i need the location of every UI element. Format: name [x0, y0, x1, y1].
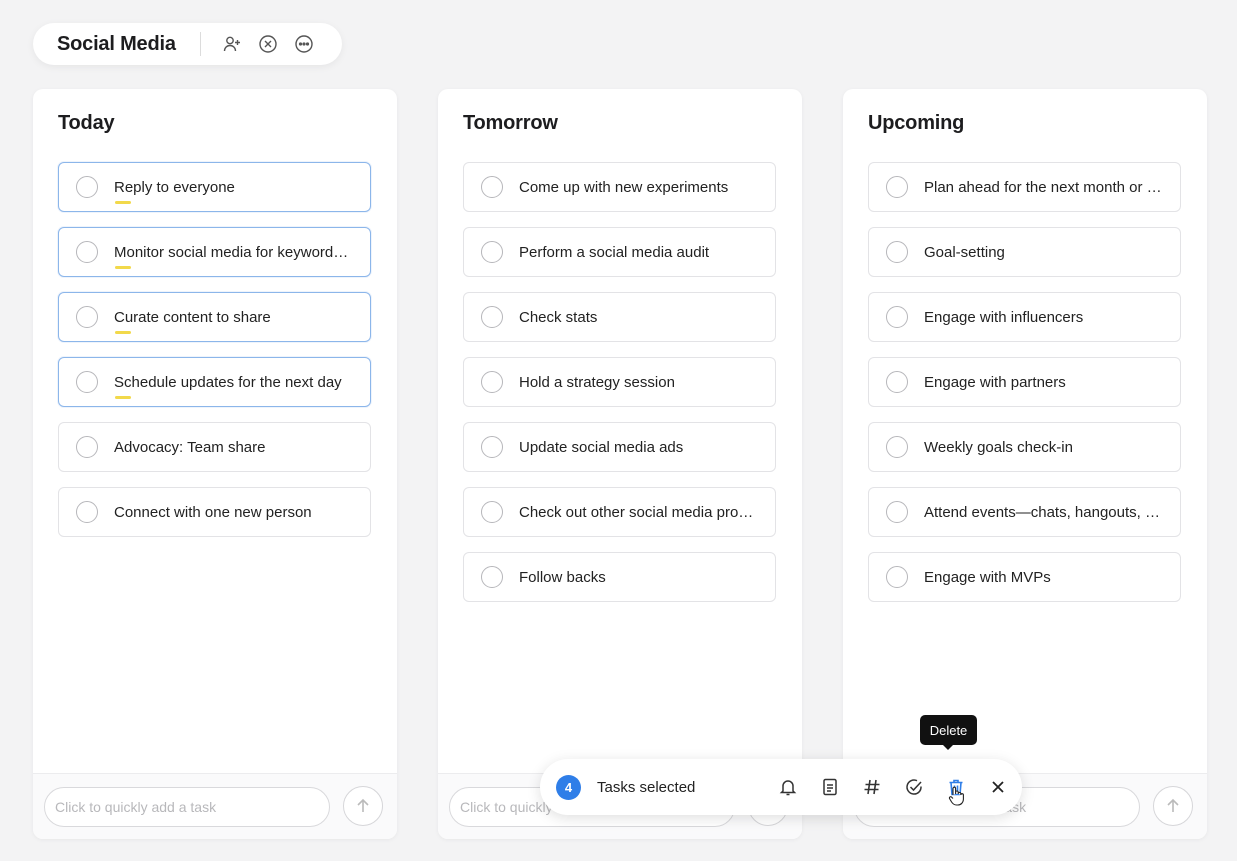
task-label: Engage with influencers [924, 308, 1084, 326]
column-title: Upcoming [868, 112, 965, 134]
column-upcoming: Upcoming Plan ahead for the next month o… [843, 89, 1207, 839]
task-label: Curate content to share [114, 308, 271, 326]
task-label: Engage with partners [924, 373, 1066, 391]
task-label: Plan ahead for the next month or … [924, 178, 1162, 196]
task-label: Check out other social media pro… [519, 503, 754, 521]
priority-mark [115, 201, 131, 204]
selected-label: Tasks selected [597, 778, 696, 796]
task-item[interactable]: Engage with influencers [868, 292, 1181, 342]
complete-checkbox[interactable] [76, 501, 98, 523]
task-item[interactable]: Goal-setting [868, 227, 1181, 277]
task-label: Attend events—chats, hangouts, … [924, 503, 1160, 521]
complete-checkbox[interactable] [481, 241, 503, 263]
bell-icon[interactable] [777, 776, 799, 798]
delete-tooltip: Delete [920, 715, 977, 750]
add-task-button[interactable] [343, 786, 383, 826]
complete-checkbox[interactable] [481, 306, 503, 328]
hashtag-icon[interactable] [861, 776, 883, 798]
task-item[interactable]: Advocacy: Team share [58, 422, 371, 472]
task-item[interactable]: Check out other social media pro… [463, 487, 776, 537]
task-list: Reply to everyone Monitor social media fo… [58, 162, 371, 552]
complete-checkbox[interactable] [481, 501, 503, 523]
complete-checkbox[interactable] [886, 371, 908, 393]
close-icon[interactable] [987, 776, 1009, 798]
task-list: Plan ahead for the next month or … Goal-s… [868, 162, 1181, 617]
task-label: Update social media ads [519, 438, 684, 456]
complete-checkbox[interactable] [886, 501, 908, 523]
task-list: Come up with new experiments Perform a so… [463, 162, 776, 617]
task-label: Connect with one new person [114, 503, 312, 521]
complete-checkbox[interactable] [76, 371, 98, 393]
column-today: Today Reply to everyone Monitor social me… [33, 89, 397, 839]
check-circle-icon[interactable] [903, 776, 925, 798]
close-circle-icon[interactable] [257, 33, 279, 55]
add-person-icon[interactable] [221, 33, 243, 55]
task-item[interactable]: Perform a social media audit [463, 227, 776, 277]
complete-checkbox[interactable] [886, 176, 908, 198]
task-label: Come up with new experiments [519, 178, 729, 196]
quick-add-input[interactable] [44, 787, 330, 827]
complete-checkbox[interactable] [481, 176, 503, 198]
task-item[interactable]: Curate content to share [58, 292, 371, 342]
task-item[interactable]: Follow backs [463, 552, 776, 602]
arrow-up-icon [357, 798, 369, 812]
task-item[interactable]: Weekly goals check-in [868, 422, 1181, 472]
complete-checkbox[interactable] [886, 306, 908, 328]
complete-checkbox[interactable] [886, 241, 908, 263]
task-item[interactable]: Attend events—chats, hangouts, … [868, 487, 1181, 537]
header-divider [199, 32, 201, 56]
board-header: Social Media [33, 23, 342, 65]
hand-cursor-icon [948, 786, 964, 806]
task-label: Goal-setting [924, 243, 1005, 261]
task-label: Check stats [519, 308, 598, 326]
more-circle-icon[interactable] [293, 33, 315, 55]
task-label: Perform a social media audit [519, 243, 710, 261]
task-item[interactable]: Engage with MVPs [868, 552, 1181, 602]
task-item[interactable]: Monitor social media for keyword… [58, 227, 371, 277]
board-title: Social Media [57, 32, 176, 55]
task-label: Engage with MVPs [924, 568, 1051, 586]
task-label: Weekly goals check-in [924, 438, 1073, 456]
complete-checkbox[interactable] [76, 241, 98, 263]
task-item[interactable]: Schedule updates for the next day [58, 357, 371, 407]
note-icon[interactable] [819, 776, 841, 798]
column-tomorrow: Tomorrow Come up with new experiments Per… [438, 89, 802, 839]
task-label: Reply to everyone [114, 178, 235, 196]
quick-add-bar [33, 773, 397, 839]
task-label: Schedule updates for the next day [114, 373, 342, 391]
complete-checkbox[interactable] [886, 566, 908, 588]
arrow-up-icon [1167, 798, 1179, 812]
task-label: Monitor social media for keyword… [114, 243, 349, 261]
column-title: Today [58, 112, 115, 134]
task-item[interactable]: Connect with one new person [58, 487, 371, 537]
task-item[interactable]: Reply to everyone [58, 162, 371, 212]
priority-mark [115, 331, 131, 334]
complete-checkbox[interactable] [76, 436, 98, 458]
task-label: Advocacy: Team share [114, 438, 266, 456]
add-task-button[interactable] [1153, 786, 1193, 826]
complete-checkbox[interactable] [76, 176, 98, 198]
task-item[interactable]: Update social media ads [463, 422, 776, 472]
task-item[interactable]: Plan ahead for the next month or … [868, 162, 1181, 212]
task-label: Hold a strategy session [519, 373, 675, 391]
complete-checkbox[interactable] [481, 436, 503, 458]
complete-checkbox[interactable] [76, 306, 98, 328]
task-label: Follow backs [519, 568, 606, 586]
task-item[interactable]: Hold a strategy session [463, 357, 776, 407]
column-title: Tomorrow [463, 112, 558, 134]
complete-checkbox[interactable] [886, 436, 908, 458]
priority-mark [115, 266, 131, 269]
selected-count-badge: 4 [556, 774, 581, 800]
complete-checkbox[interactable] [481, 566, 503, 588]
task-item[interactable]: Engage with partners [868, 357, 1181, 407]
priority-mark [115, 396, 131, 399]
complete-checkbox[interactable] [481, 371, 503, 393]
task-item[interactable]: Come up with new experiments [463, 162, 776, 212]
task-item[interactable]: Check stats [463, 292, 776, 342]
